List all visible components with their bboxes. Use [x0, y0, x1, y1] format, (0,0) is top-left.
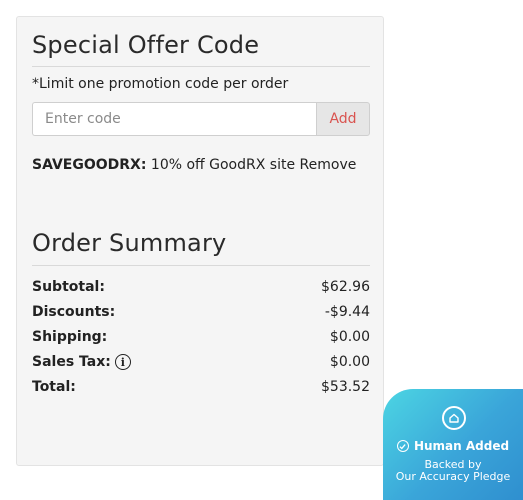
- shipping-label: Shipping:: [32, 329, 108, 345]
- summary-row-subtotal: Subtotal: $62.96: [32, 277, 370, 297]
- sales-tax-label: Sales Tax:: [32, 354, 111, 370]
- promo-code-input[interactable]: [32, 102, 316, 136]
- order-summary-title: Order Summary: [32, 229, 227, 257]
- discounts-label: Discounts:: [32, 304, 116, 320]
- discounts-value: -$9.44: [324, 304, 370, 320]
- subtotal-label: Subtotal:: [32, 279, 105, 295]
- applied-promo-description: 10% off GoodRX site: [146, 157, 300, 173]
- subtotal-value: $62.96: [321, 279, 370, 295]
- title-divider: [32, 66, 370, 67]
- shipping-value: $0.00: [329, 329, 370, 345]
- accuracy-pledge-badge[interactable]: Human Added Backed by Our Accuracy Pledg…: [383, 389, 523, 500]
- badge-title-row: Human Added: [383, 439, 523, 453]
- total-label: Total:: [32, 379, 76, 395]
- summary-divider: [32, 265, 370, 266]
- promo-limit-note: *Limit one promotion code per order: [32, 76, 289, 92]
- applied-promo-code: SAVEGOODRX:: [32, 157, 147, 173]
- add-promo-button[interactable]: Add: [316, 102, 370, 136]
- badge-line2: Our Accuracy Pledge: [395, 470, 511, 483]
- badge-title: Human Added: [413, 439, 510, 453]
- total-value: $53.52: [321, 379, 370, 395]
- applied-promo-line: SAVEGOODRX: 10% off GoodRX site Remove: [32, 157, 356, 173]
- summary-row-shipping: Shipping: $0.00: [32, 327, 370, 347]
- checkout-sidebar-panel: Special Offer Code *Limit one promotion …: [16, 16, 384, 466]
- summary-row-sales-tax: Sales Tax: i $0.00: [32, 352, 370, 372]
- check-circle-icon: [396, 440, 409, 452]
- summary-row-discounts: Discounts: -$9.44: [32, 302, 370, 322]
- sales-tax-label-group: Sales Tax: i: [32, 354, 131, 370]
- house-icon: [442, 406, 466, 430]
- sales-tax-value: $0.00: [329, 354, 370, 370]
- special-offer-title: Special Offer Code: [32, 31, 260, 59]
- promo-code-form: Add: [32, 102, 370, 136]
- summary-row-total: Total: $53.52: [32, 377, 370, 397]
- info-icon[interactable]: i: [114, 354, 131, 370]
- remove-promo-link[interactable]: Remove: [300, 157, 357, 173]
